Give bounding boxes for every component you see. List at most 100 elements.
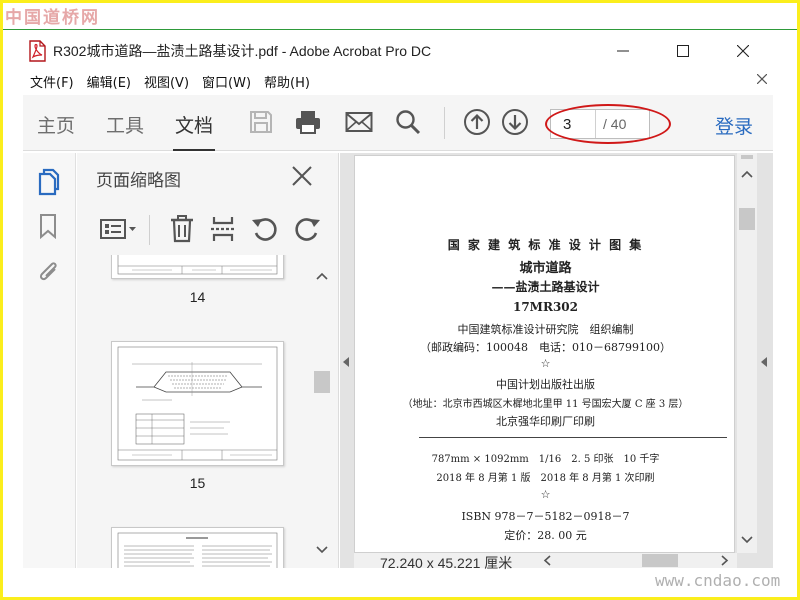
email-button[interactable] [344,107,374,137]
header-divider [3,29,797,30]
toolbar-separator [444,107,445,139]
page-line-star: ☆ [540,488,551,501]
thumbnail-toolbar [77,209,339,249]
thumbnail-page-number: 15 [189,475,206,491]
page-line-isbn: ISBN 978－7－5182－0918－7 [461,510,630,523]
tab-home[interactable]: 主页 [37,111,75,138]
scroll-up-icon [741,170,753,178]
close-icon [737,45,749,57]
close-icon [756,73,768,85]
document-close-button[interactable] [756,73,768,88]
navigation-rail [23,153,76,568]
scroll-left-icon [543,555,551,566]
scrollbar-thumb[interactable] [314,371,330,393]
save-icon [250,111,272,133]
collapse-left-icon[interactable] [343,357,349,367]
scrollbar-thumb[interactable] [642,554,678,567]
thumbnail-list[interactable]: 14 15 [77,255,313,568]
attachments-icon [39,262,57,281]
page-line-star: ☆ [540,357,551,370]
document-vertical-scrollbar[interactable] [737,153,757,553]
bookmarks-icon [40,214,56,239]
page-line-edition: 2018 年 8 月第 1 版 2018 年 8 月第 1 次印刷 [436,473,655,484]
insert-page-icon [211,217,235,241]
document-horizontal-scrollbar[interactable]: 72.240 x 45.221 厘米 [354,553,737,571]
window-titlebar: R302城市道路—盐渍土路基设计.pdf - Adobe Acrobat Pro… [23,33,773,69]
menu-edit[interactable]: 编辑(E) [80,72,137,91]
minimize-icon [617,50,629,52]
next-page-button[interactable] [500,107,530,137]
tab-tools[interactable]: 工具 [106,111,144,138]
page-line-subtitle: ——盐渍土路基设计 [491,280,600,294]
rotate-left-button[interactable] [249,213,281,245]
highlight-annotation [545,104,671,144]
scroll-up-icon [316,272,328,280]
attachments-button[interactable] [33,255,63,285]
document-viewport[interactable]: 国 家 建 筑 标 准 设 计 图 集 城市道路 ——盐渍土路基设计 17MR3… [340,153,773,571]
menu-view[interactable]: 视图(V) [137,72,195,91]
minimize-button[interactable] [593,33,653,69]
delete-page-button[interactable] [166,213,198,245]
scroll-right-icon [721,555,729,566]
page-line-series: 国 家 建 筑 标 准 设 计 图 集 [447,238,644,252]
save-button[interactable] [246,107,276,137]
watermark-logo: 中国道桥网 [5,8,100,28]
page-thumbnail[interactable] [111,255,284,279]
search-button[interactable] [393,107,423,137]
menu-file[interactable]: 文件(F) [23,72,80,91]
panel-close-button[interactable] [289,163,315,189]
active-tab-indicator [173,149,215,151]
page-line-price: 定价：28. 00 元 [504,529,587,542]
page-line-printer: 北京强华印刷厂印刷 [496,415,595,428]
scroll-down-icon [316,546,328,554]
page-thumbnail[interactable] [111,527,284,568]
thumbnail-scrollbar[interactable] [313,263,331,563]
scroll-down-icon [741,536,753,544]
tab-document[interactable]: 文档 [175,111,213,138]
email-icon [345,112,373,132]
document-page: 国 家 建 筑 标 准 设 计 图 集 城市道路 ——盐渍土路基设计 17MR3… [354,155,735,553]
rotate-right-button[interactable] [291,213,323,245]
insert-page-button[interactable] [207,213,239,245]
delete-icon [171,215,193,243]
page-thumbnail[interactable] [111,341,284,466]
page-line-address: （地址：北京市西城区木樨地北里甲 11 号国宏大厦 C 座 3 层） [402,399,689,410]
page-line-title: 城市道路 [519,261,572,276]
rotate-right-icon [295,218,320,241]
panel-title: 页面缩略图 [96,171,181,191]
page-line-code: 17MR302 [512,300,578,314]
page-line-publisher: 中国计划出版社出版 [496,378,595,391]
page-dimensions: 72.240 x 45.221 厘米 [380,555,513,571]
thumbnail-page-number: 14 [189,289,206,305]
page-down-icon [502,109,528,135]
page-thumbnails-icon [38,168,60,196]
pdf-file-icon [27,40,47,62]
bookmarks-button[interactable] [33,211,63,241]
thumbnail-options-button[interactable] [99,213,139,245]
close-icon [292,166,312,186]
page-rule [419,437,727,438]
page-line-format: 787mm × 1092mm 1/16 2. 5 印张 10 千字 [431,454,660,465]
page-line-contact: （邮政编码：100048 电话：010－68799100） [420,341,671,354]
menu-bar: 文件(F) 编辑(E) 视图(V) 窗口(W) 帮助(H) [23,69,773,93]
screenshot-frame: 中国道桥网 R302城市道路—盐渍土路基设计.pdf - Adobe Acrob… [3,3,797,597]
expand-right-panel-icon[interactable] [761,357,767,367]
maximize-icon [677,45,689,57]
login-link[interactable]: 登录 [715,112,753,139]
close-button[interactable] [713,33,773,69]
print-button[interactable] [293,107,323,137]
print-icon [296,111,320,134]
watermark-url: www.cndao.com [655,571,781,590]
scrollbar-thumb[interactable] [739,208,755,230]
page-thumbnails-button[interactable] [33,167,63,197]
previous-page-button[interactable] [462,107,492,137]
main-toolbar: 主页 工具 文档 3 / 40 登录 [23,95,773,151]
page-up-icon [464,109,490,135]
maximize-button[interactable] [653,33,713,69]
menu-help[interactable]: 帮助(H) [257,72,316,91]
menu-window[interactable]: 窗口(W) [195,72,257,91]
thumbnail-options-icon [100,219,136,239]
search-icon [396,110,421,135]
page-thumbnails-panel: 页面缩略图 14 15 [77,153,339,568]
page-line-editor: 中国建筑标准设计研究院 组织编制 [457,323,634,336]
